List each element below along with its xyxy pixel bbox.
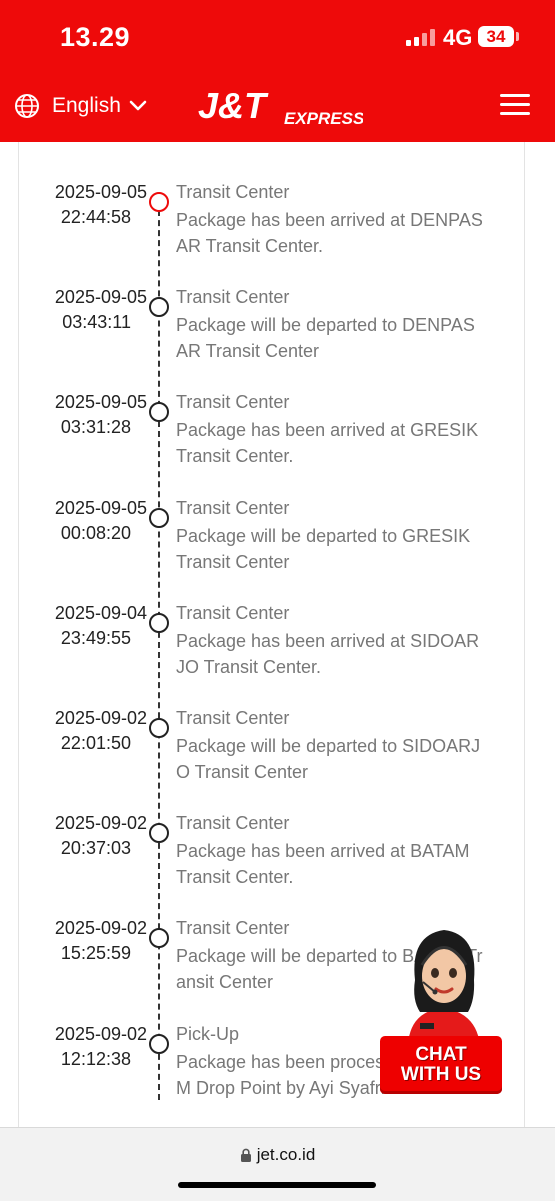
timeline-dot [149,297,169,318]
url-text: jet.co.id [256,1145,316,1164]
timeline-event: 2025-09-02 22:01:50 Transit Center Package … [19,708,524,798]
timeline-event: 2025-09-04 23:49:55 Transit Center Package … [19,603,524,693]
battery-icon: 34 [478,26,514,47]
event-time: 00:08:20 [60,522,131,543]
event-time: 03:31:28 [60,417,131,438]
timeline-dot [149,507,169,528]
event-date: 2025-09-02 [54,708,147,728]
event-time: 20:37:03 [60,838,131,859]
timeline-dot [149,402,169,423]
timeline-dot [149,612,169,633]
event-title: Transit Center [176,708,290,728]
event-time: 23:49:55 [60,627,131,648]
battery-cap [516,32,519,41]
chat-with-us-button[interactable]: CHAT WITH US [380,920,505,1105]
event-title: Transit Center [176,602,290,623]
event-description: Package will be departed to DENPAS AR Tr… [176,315,475,362]
event-time: 22:01:50 [60,733,131,753]
event-title: Pick-Up [176,1023,240,1044]
globe-icon [15,94,39,118]
event-date: 2025-09-05 [54,497,147,518]
timeline-dot [149,718,169,738]
timeline-event: 2025-09-05 00:08:20 Transit Center Package … [19,498,524,588]
event-title: Transit Center [176,182,290,202]
event-date: 2025-09-05 [54,392,147,413]
timeline-dot-current [149,192,169,212]
jnt-express-logo: J&T EXPRESS [198,88,363,128]
event-title: Transit Center [176,497,290,518]
event-description: Package will be departed to SIDOARJ O Tr… [176,736,481,782]
event-date: 2025-09-02 [54,918,147,939]
chat-label-line1: CHAT [415,1044,467,1065]
event-time: 22:44:58 [60,207,131,227]
customer-service-agent-icon [408,930,480,1045]
event-description: Package has been arrived at SIDOAR JO Tr… [176,630,480,677]
timeline-event: 2025-09-05 03:43:11 Transit Center Package … [19,287,524,377]
event-description: Package will be departed to GRESIK Trans… [176,525,471,572]
network-type: 4G [443,25,473,50]
event-title: Transit Center [176,813,290,834]
logo-text: J&T [198,88,269,126]
event-date: 2025-09-05 [54,182,147,202]
timeline-event: 2025-09-05 22:44:58 Transit Center Package … [19,182,524,272]
timeline-dot [149,928,169,949]
status-bar: 13.29 4G 34 [0,0,555,80]
chat-label-line2: WITH US [400,1064,482,1085]
lock-icon [240,1148,251,1162]
home-indicator [178,1182,376,1188]
event-title: Transit Center [176,392,290,413]
timeline-event: 2025-09-02 20:37:03 Transit Center Package … [19,813,524,903]
logo-subtext: EXPRESS [284,109,363,128]
language-selector[interactable]: English [14,93,147,119]
event-description: Package has been arrived at GRESIK Trans… [176,420,479,467]
event-description: Package has been arrived at DENPAS AR Tr… [176,210,483,256]
event-date: 2025-09-05 [54,287,147,308]
cellular-signal-icon [406,29,436,46]
event-title: Transit Center [176,918,290,939]
event-time: 03:43:11 [62,312,131,333]
chat-label: CHAT WITH US [380,1036,502,1094]
timeline-dot [149,823,169,844]
event-description: Package has been arrived at BATAM Transi… [176,841,470,888]
chevron-down-icon [129,100,147,111]
event-title: Transit Center [176,287,290,308]
event-time: 15:25:59 [60,943,131,964]
url-bar[interactable]: jet.co.id [0,1145,555,1165]
event-date: 2025-09-02 [54,1023,147,1044]
timeline-dot [149,1033,169,1054]
timeline-event: 2025-09-05 03:31:28 Transit Center Package … [19,392,524,482]
status-time: 13.29 [60,22,131,52]
browser-bottom-bar: jet.co.id [0,1127,555,1201]
hamburger-menu-button[interactable] [500,94,530,116]
event-time: 12:12:38 [60,1048,131,1069]
event-date: 2025-09-02 [54,813,147,834]
site-header: English J&T EXPRESS [0,80,555,142]
language-label: English [52,94,121,117]
event-date: 2025-09-04 [54,602,147,623]
